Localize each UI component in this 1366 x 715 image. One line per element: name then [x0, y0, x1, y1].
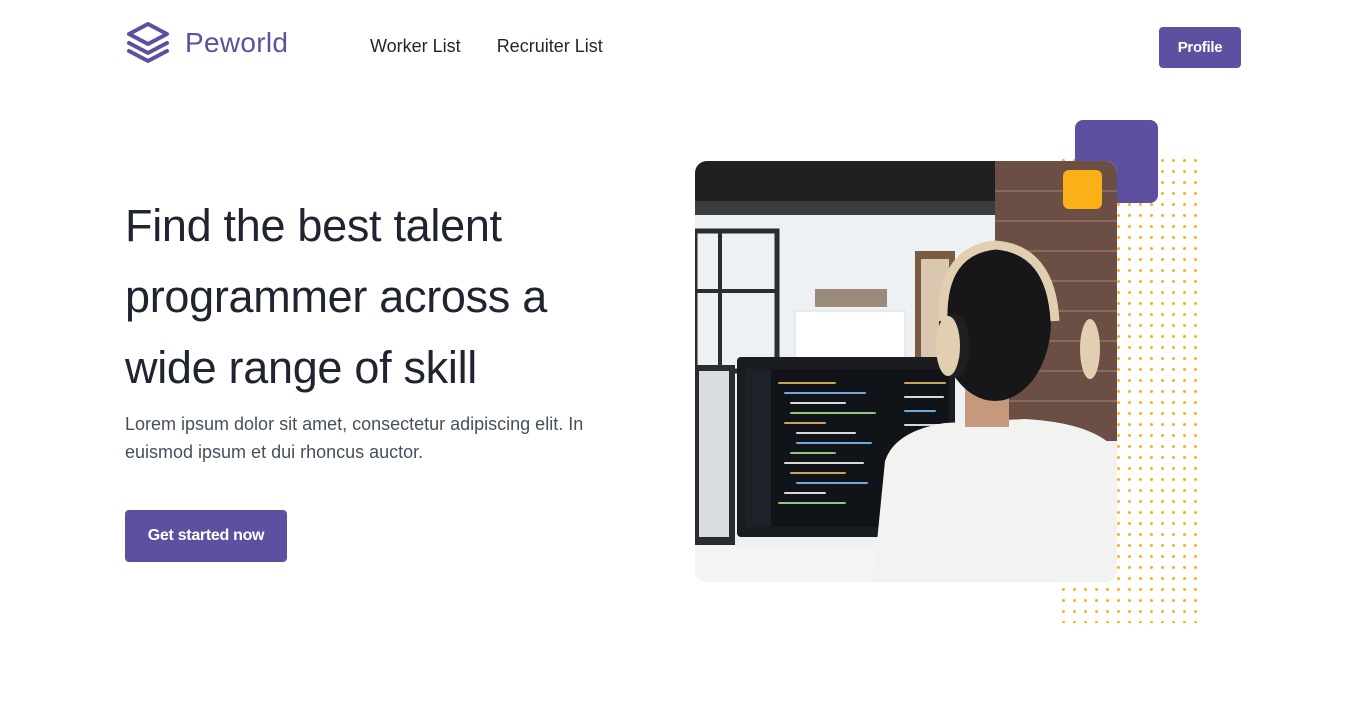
hero-description: Lorem ipsum dolor sit amet, consectetur … — [125, 414, 584, 462]
brand-name: Peworld — [185, 27, 289, 58]
profile-button[interactable]: Profile — [1159, 27, 1241, 68]
hero-title: Find the best talent programmer across a… — [125, 200, 547, 393]
navbar: Peworld Worker List Recruiter List Profi… — [0, 0, 1366, 95]
main-nav: Worker List Recruiter List — [370, 36, 603, 57]
decorative-yellow-square — [1063, 170, 1102, 209]
hero-image — [695, 161, 1117, 582]
nav-link-recruiter-list[interactable]: Recruiter List — [497, 36, 603, 57]
stacked-layers-icon — [127, 22, 169, 63]
nav-link-worker-list[interactable]: Worker List — [370, 36, 461, 57]
get-started-button[interactable]: Get started now — [125, 510, 287, 562]
brand-logo[interactable]: Peworld — [125, 20, 288, 66]
programmer-at-computer-photo — [695, 161, 1117, 582]
